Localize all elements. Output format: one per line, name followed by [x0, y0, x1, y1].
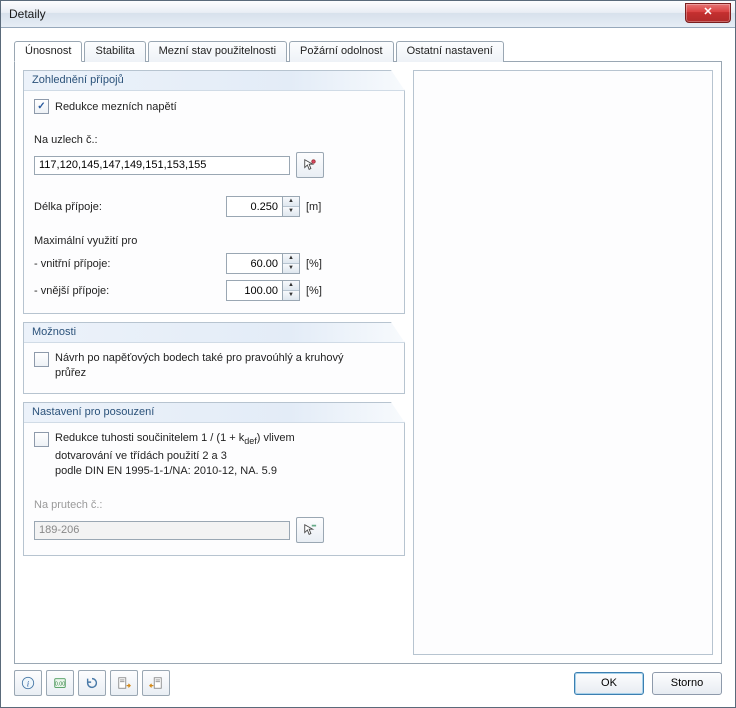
pick-members-button[interactable]	[296, 517, 324, 543]
checkbox-label: Redukce tuhosti součinitelem 1 / (1 + kd…	[55, 431, 295, 479]
window-title: Detaily	[9, 7, 46, 21]
checkbox-label: Návrh po napěťových bodech také pro prav…	[55, 351, 375, 381]
cursor-pick-icon	[303, 158, 317, 172]
svg-text:0.00: 0.00	[55, 682, 65, 688]
spin-down[interactable]: ▼	[283, 264, 299, 273]
length-unit: [m]	[306, 201, 321, 213]
footer: i 0.00 OK Storno	[14, 670, 722, 696]
cancel-button[interactable]: Storno	[652, 672, 722, 695]
length-label: Délka přípoje:	[34, 201, 214, 213]
checkbox-stress-points[interactable]: Návrh po napěťových bodech také pro prav…	[34, 351, 375, 381]
tab-unosnost[interactable]: Únosnost	[14, 41, 82, 62]
outer-input[interactable]	[226, 280, 282, 301]
checkbox-reduce-stress[interactable]: Redukce mezních napětí	[34, 99, 177, 114]
close-button[interactable]: ✕	[685, 3, 731, 23]
inner-input[interactable]	[226, 253, 282, 274]
group-assessment: Nastavení pro posouzení Redukce tuhosti …	[23, 402, 405, 556]
units-button[interactable]: 0.00	[46, 670, 74, 696]
help-button[interactable]: i	[14, 670, 42, 696]
outer-spinner[interactable]: ▲▼	[226, 280, 300, 301]
inner-unit: [%]	[306, 258, 322, 270]
profile-save-icon	[149, 676, 163, 690]
reset-button[interactable]	[78, 670, 106, 696]
inner-label: - vnitřní přípoje:	[34, 258, 214, 270]
inner-spinner[interactable]: ▲▼	[226, 253, 300, 274]
group-title: Zohlednění přípojů	[24, 71, 404, 91]
checkbox-box	[34, 432, 49, 447]
spin-down[interactable]: ▼	[283, 291, 299, 300]
close-icon: ✕	[703, 6, 712, 18]
checkbox-label: Redukce mezních napětí	[55, 101, 177, 113]
spin-up[interactable]: ▲	[283, 254, 299, 264]
tab-label: Mezní stav použitelnosti	[159, 45, 276, 57]
spin-down[interactable]: ▼	[283, 207, 299, 216]
length-spinner[interactable]: ▲▼	[226, 196, 300, 217]
tab-ostatni[interactable]: Ostatní nastavení	[396, 41, 504, 62]
members-input	[34, 521, 290, 540]
length-input[interactable]	[226, 196, 282, 217]
group-title: Nastavení pro posouzení	[24, 403, 404, 423]
checkbox-box	[34, 99, 49, 114]
tab-stabilita[interactable]: Stabilita	[84, 41, 145, 62]
left-column: Zohlednění přípojů Redukce mezních napět…	[23, 70, 405, 655]
tab-mezni-stav[interactable]: Mezní stav použitelnosti	[148, 41, 287, 62]
tab-label: Ostatní nastavení	[407, 45, 493, 57]
client-area: Únosnost Stabilita Mezní stav použitelno…	[2, 28, 734, 706]
group-options: Možnosti Návrh po napěťových bodech také…	[23, 322, 405, 394]
titlebar: Detaily ✕	[1, 1, 735, 28]
reset-icon	[85, 676, 99, 690]
outer-unit: [%]	[306, 285, 322, 297]
load-profile-button[interactable]	[110, 670, 138, 696]
button-label: Storno	[671, 677, 703, 689]
tab-label: Stabilita	[95, 45, 134, 57]
tab-pozarni[interactable]: Požární odolnost	[289, 41, 394, 62]
tab-label: Požární odolnost	[300, 45, 383, 57]
group-title: Možnosti	[24, 323, 404, 343]
max-util-label: Maximální využití pro	[34, 235, 137, 247]
members-label: Na prutech č.:	[34, 499, 102, 511]
spin-up[interactable]: ▲	[283, 197, 299, 207]
group-connections: Zohlednění přípojů Redukce mezních napět…	[23, 70, 405, 314]
preview-panel	[413, 70, 713, 655]
nodes-input[interactable]	[34, 156, 290, 175]
help-icon: i	[21, 676, 35, 690]
tab-page: Zohlednění přípojů Redukce mezních napět…	[14, 61, 722, 664]
pick-nodes-button[interactable]	[296, 152, 324, 178]
checkbox-stiffness-reduction[interactable]: Redukce tuhosti součinitelem 1 / (1 + kd…	[34, 431, 295, 479]
units-icon: 0.00	[53, 676, 67, 690]
tab-strip: Únosnost Stabilita Mezní stav použitelno…	[14, 40, 722, 61]
profile-load-icon	[117, 676, 131, 690]
checkbox-box	[34, 352, 49, 367]
nodes-label: Na uzlech č.:	[34, 134, 98, 146]
outer-label: - vnější přípoje:	[34, 285, 214, 297]
button-label: OK	[601, 677, 617, 689]
ok-button[interactable]: OK	[574, 672, 644, 695]
save-profile-button[interactable]	[142, 670, 170, 696]
tab-label: Únosnost	[25, 45, 71, 57]
spin-up[interactable]: ▲	[283, 281, 299, 291]
cursor-pick-icon	[303, 523, 317, 537]
dialog-window: Detaily ✕ Únosnost Stabilita Mezní stav …	[0, 0, 736, 708]
